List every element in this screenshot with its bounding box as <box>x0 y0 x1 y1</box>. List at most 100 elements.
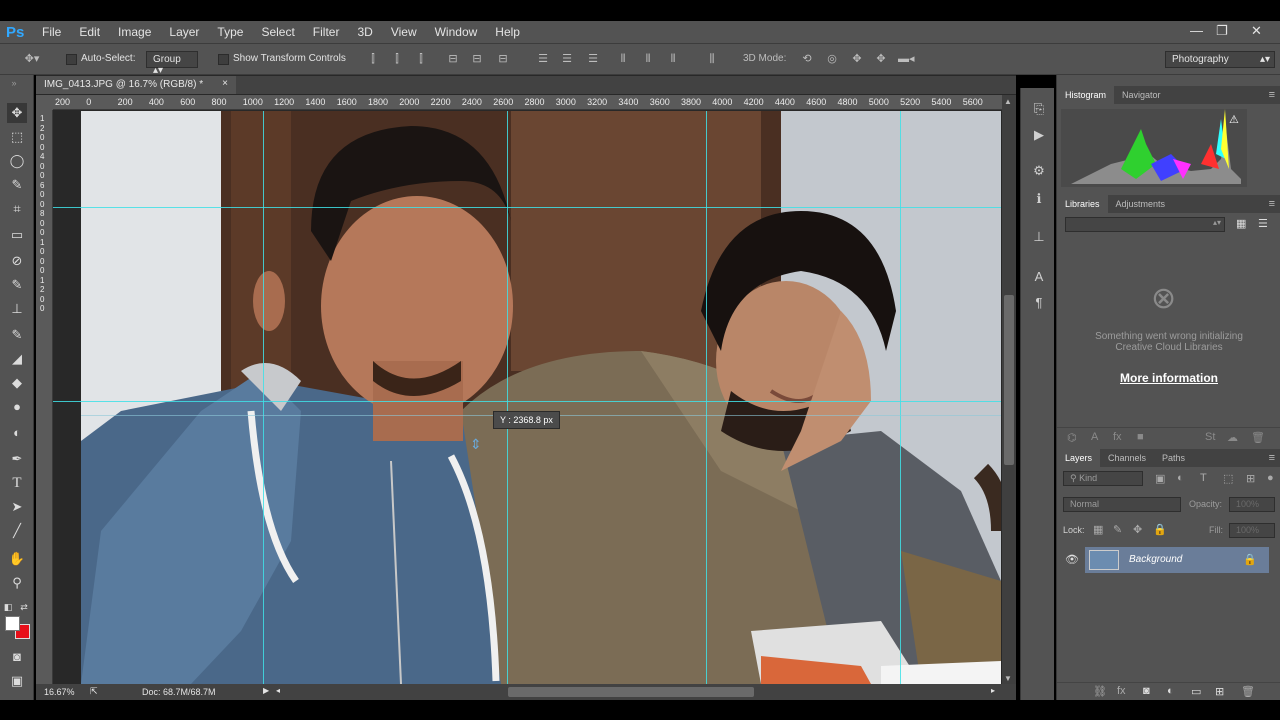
guide-vertical-4[interactable] <box>900 111 901 684</box>
type-tool-icon[interactable]: T <box>7 473 27 493</box>
menu-3d[interactable]: 3D <box>357 25 372 39</box>
document-tab[interactable]: IMG_0413.JPG @ 16.7% (RGB/8) * × <box>36 76 236 94</box>
minimize-button[interactable]: — <box>1190 23 1203 38</box>
vertical-scrollbar[interactable]: ▲ ▼ <box>1002 95 1016 685</box>
link-layers-icon[interactable]: ⛓ <box>1093 685 1107 698</box>
properties-panel-icon[interactable]: ⚙ <box>1030 162 1048 180</box>
quick-select-tool-icon[interactable]: ✎ <box>7 175 27 195</box>
add-content-icon[interactable]: ⌬ <box>1067 431 1077 444</box>
close-tab-icon[interactable]: × <box>222 78 228 89</box>
lock-transparent-icon[interactable]: ▦ <box>1093 523 1103 536</box>
histogram-warning-icon[interactable]: ⚠ <box>1229 113 1239 126</box>
3d-slide-icon[interactable]: ✥ <box>874 53 888 65</box>
marquee-tool-icon[interactable]: ⬚ <box>7 127 27 147</box>
pen-tool-icon[interactable]: ✒ <box>7 449 27 469</box>
menu-image[interactable]: Image <box>118 25 151 39</box>
distribute-hcenter-icon[interactable]: ⫴ <box>641 53 655 65</box>
move-tool-preset-icon[interactable]: ✥▾ <box>20 53 44 65</box>
more-information-link[interactable]: More information <box>1077 371 1261 385</box>
guide-vertical-2[interactable] <box>507 111 508 684</box>
scroll-left-icon[interactable]: ◂ <box>276 686 280 695</box>
histogram-menu-icon[interactable]: ≡ <box>1269 89 1275 101</box>
stock-icon[interactable]: St <box>1205 431 1215 443</box>
image-canvas[interactable]: Y : 2368.8 px ⇕ <box>81 111 1001 684</box>
align-bottom-icon[interactable]: ⫿ <box>414 53 428 65</box>
filter-smart-object-icon[interactable]: ⊞ <box>1246 472 1255 485</box>
auto-select-checkbox[interactable] <box>66 54 77 65</box>
align-right-icon[interactable]: ⊟ <box>496 53 510 65</box>
layer-row-background[interactable]: 👁 Background 🔒 <box>1057 547 1280 573</box>
tab-libraries[interactable]: Libraries <box>1057 195 1108 213</box>
tab-channels[interactable]: Channels <box>1100 449 1154 467</box>
collapse-toolbar-icon[interactable]: » <box>4 73 24 93</box>
guide-horizontal-1[interactable] <box>81 207 1001 208</box>
lock-all-icon[interactable]: 🔒 <box>1153 523 1167 536</box>
opacity-input[interactable]: 100% <box>1229 497 1275 512</box>
menu-help[interactable]: Help <box>495 25 520 39</box>
layers-menu-icon[interactable]: ≡ <box>1269 452 1275 464</box>
new-layer-icon[interactable]: ⊞ <box>1215 685 1224 698</box>
foreground-color-swatch[interactable] <box>5 616 20 631</box>
distribute-right-icon[interactable]: ⫴ <box>666 53 680 65</box>
distribute-top-icon[interactable]: ☰ <box>536 53 550 65</box>
align-top-icon[interactable]: ⫿ <box>366 53 380 65</box>
tab-paths[interactable]: Paths <box>1154 449 1193 467</box>
filter-shape-icon[interactable]: ⬚ <box>1223 472 1233 485</box>
scroll-right-icon[interactable]: ▸ <box>991 686 995 695</box>
hand-tool-icon[interactable]: ✋ <box>7 549 27 569</box>
align-hcenter-icon[interactable]: ⊟ <box>470 53 484 65</box>
move-tool-icon[interactable]: ✥ <box>7 103 27 123</box>
close-button[interactable]: ✕ <box>1251 23 1262 39</box>
add-text-icon[interactable]: A <box>1091 431 1098 443</box>
paint-bucket-tool-icon[interactable]: ◆ <box>7 373 27 393</box>
eraser-tool-icon[interactable]: ◢ <box>7 349 27 369</box>
vertical-scroll-thumb[interactable] <box>1004 295 1014 465</box>
lock-image-icon[interactable]: ✎ <box>1113 523 1122 536</box>
screen-mode-icon[interactable]: ▣ <box>7 671 27 691</box>
healing-brush-tool-icon[interactable]: ⊘ <box>7 251 27 271</box>
filter-toggle-icon[interactable]: ● <box>1267 472 1274 484</box>
zoom-level[interactable]: 16.67% <box>44 687 75 697</box>
tab-histogram[interactable]: Histogram <box>1057 86 1115 104</box>
swap-colors-icon[interactable]: ⇄ <box>18 597 30 617</box>
ruler-origin[interactable] <box>36 95 53 110</box>
3d-roll-icon[interactable]: ◎ <box>825 53 839 65</box>
blend-mode-dropdown[interactable]: Normal <box>1063 497 1181 512</box>
line-tool-icon[interactable]: ╱ <box>7 521 27 541</box>
filter-pixel-icon[interactable]: ▣ <box>1155 472 1165 485</box>
library-dropdown[interactable]: ▴▾ <box>1065 217 1225 232</box>
scroll-down-icon[interactable]: ▼ <box>1004 674 1012 683</box>
workspace-dropdown[interactable]: Photography ▴▾ <box>1165 51 1275 68</box>
align-left-icon[interactable]: ⊟ <box>446 53 460 65</box>
status-export-icon[interactable]: ⇱ <box>90 686 98 697</box>
3d-scale-icon[interactable]: ▬◂ <box>898 53 915 65</box>
fill-input[interactable]: 100% <box>1229 523 1275 538</box>
path-select-tool-icon[interactable]: ➤ <box>7 497 27 517</box>
layer-name[interactable]: Background <box>1129 554 1182 565</box>
grid-view-icon[interactable]: ▦ <box>1236 217 1246 230</box>
distribute-bottom-icon[interactable]: ☰ <box>586 53 600 65</box>
distribute-left-icon[interactable]: ⫴ <box>616 53 630 65</box>
menu-edit[interactable]: Edit <box>79 25 100 39</box>
align-vcenter-icon[interactable]: ⫿ <box>390 53 404 65</box>
character-panel-icon[interactable]: A <box>1030 268 1048 286</box>
tab-adjustments[interactable]: Adjustments <box>1108 195 1174 213</box>
info-panel-icon[interactable]: ℹ <box>1030 190 1048 208</box>
menu-select[interactable]: Select <box>261 25 294 39</box>
guide-vertical-3[interactable] <box>706 111 707 684</box>
brush-tool-icon[interactable]: ✎ <box>7 275 27 295</box>
lasso-tool-icon[interactable]: ◯ <box>7 151 27 171</box>
dodge-tool-icon[interactable]: ◐ <box>7 423 27 443</box>
history-panel-icon[interactable]: ⎘ <box>1030 100 1048 118</box>
delete-library-item-icon[interactable]: 🗑 <box>1251 431 1265 444</box>
menu-filter[interactable]: Filter <box>313 25 340 39</box>
restore-button[interactable]: ❐ <box>1216 23 1228 39</box>
horizontal-scroll-thumb[interactable] <box>508 687 754 697</box>
sync-icon[interactable]: ☁ <box>1227 431 1238 444</box>
new-adjustment-icon[interactable]: ◐ <box>1167 685 1174 697</box>
menu-type[interactable]: Type <box>217 25 243 39</box>
history-brush-tool-icon[interactable]: ✎ <box>7 325 27 345</box>
tab-navigator[interactable]: Navigator <box>1114 86 1169 104</box>
3d-rotate-icon[interactable]: ⟲ <box>800 53 814 65</box>
lock-position-icon[interactable]: ✥ <box>1133 523 1142 536</box>
